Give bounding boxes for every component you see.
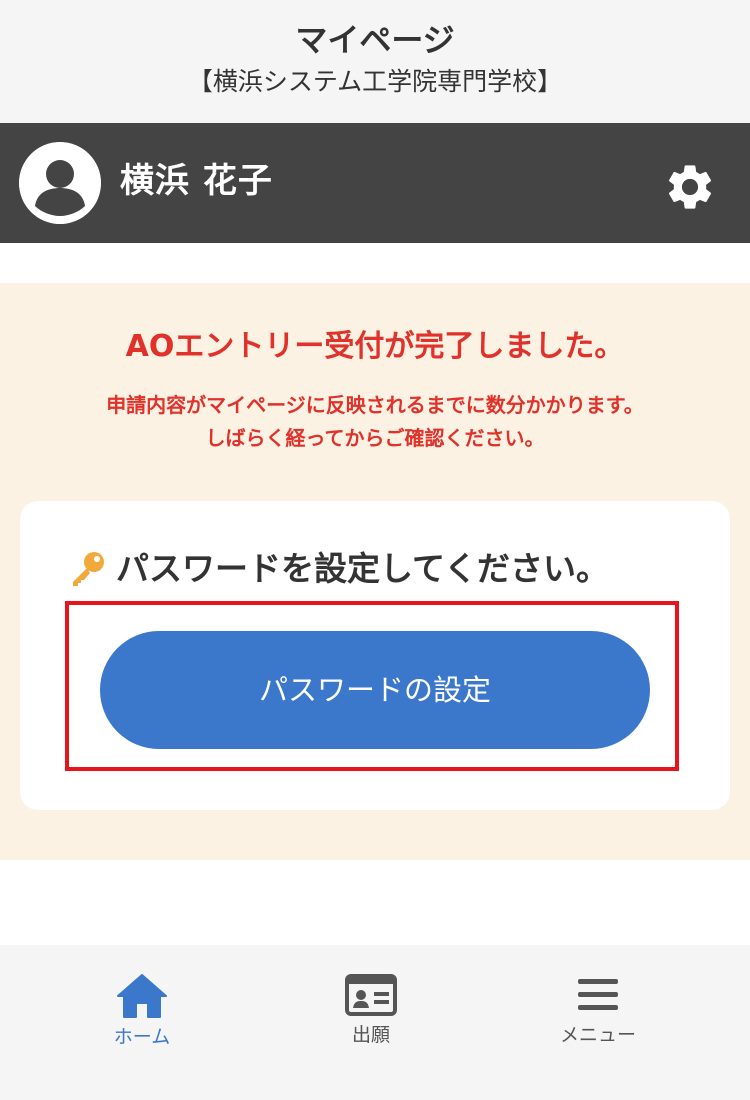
school-name: 【横浜システム工学院専門学校】 [187, 67, 563, 96]
app-header: マイページ 【横浜システム工学院専門学校】 [0, 0, 750, 123]
notice-line-1: 申請内容がマイページに反映されるまでに数分かかります。 [106, 393, 644, 417]
password-card-title: パスワードを設定してください。 [116, 549, 610, 588]
page-title: マイページ [295, 21, 455, 59]
notice-line-2: しばらく経ってからご確認ください。 [205, 426, 545, 450]
notice-message: 申請内容がマイページに反映されるまでに数分かかります。 しばらく経ってからご確認… [0, 389, 750, 455]
id-card-icon [345, 974, 397, 1016]
nav-item-home[interactable]: ホーム [62, 973, 222, 1063]
nav-item-menu[interactable]: メニュー [518, 973, 678, 1063]
set-password-button[interactable]: パスワードの設定 [100, 631, 650, 749]
bottom-nav: ホーム 出願 メニュー [0, 945, 750, 1100]
nav-item-apply[interactable]: 出願 [291, 973, 451, 1063]
nav-label-home: ホーム [113, 1026, 171, 1048]
user-name: 横浜 花子 [120, 161, 273, 201]
user-bar: 横浜 花子 [0, 123, 750, 243]
password-card-heading: パスワードを設定してください。 [68, 545, 609, 593]
key-icon [68, 549, 108, 589]
password-card: パスワードを設定してください。 パスワードの設定 [20, 501, 730, 810]
nav-label-menu: メニュー [559, 1024, 636, 1046]
entry-complete-notice: AOエントリー受付が完了しました。 申請内容がマイページに反映されるまでに数分か… [0, 283, 750, 860]
gear-icon[interactable] [663, 160, 717, 214]
nav-label-apply: 出願 [351, 1024, 390, 1046]
notice-title: AOエントリー受付が完了しました。 [125, 329, 625, 364]
home-icon [117, 974, 167, 1018]
hamburger-menu-icon [578, 979, 618, 1010]
user-avatar-icon [19, 142, 101, 224]
page: マイページ 【横浜システム工学院専門学校】 横浜 花子 AOエントリー受付が完了… [0, 0, 750, 1100]
